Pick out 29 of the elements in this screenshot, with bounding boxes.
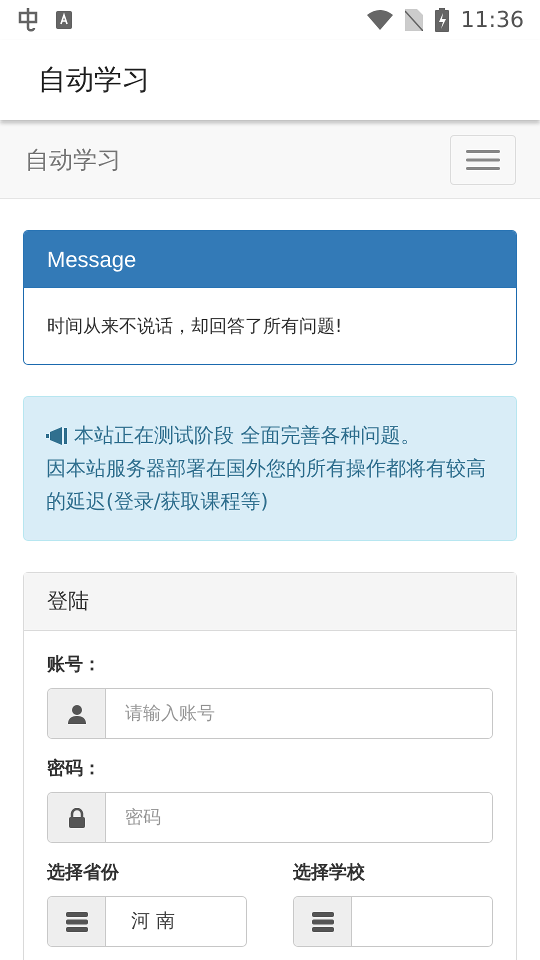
input-field[interactable]: 请输入账号 <box>47 688 493 739</box>
lock-icon <box>68 808 86 828</box>
no-sim-icon <box>404 9 423 31</box>
select-field[interactable]: 河 南 <box>47 896 247 947</box>
status-time: 11:36 <box>460 6 524 34</box>
user-icon <box>66 704 86 724</box>
notice-text: 本站正在测试阶段 全面完善各种问题。 <box>74 422 420 449</box>
field-label: 选择省份 <box>47 861 120 885</box>
select-field[interactable] <box>293 896 493 947</box>
menu-button[interactable] <box>450 135 516 185</box>
message-text: 时间从来不说话，却回答了所有问题! <box>47 314 342 338</box>
server-icon <box>66 912 88 932</box>
input-field[interactable]: 密码 <box>47 792 493 843</box>
notice-text: 因本站服务器部署在国外您的所有操作都将有较高的延迟(登录/获取课程等) <box>46 455 487 515</box>
panel-title: Message <box>47 246 136 274</box>
panel-title: 登陆 <box>47 588 89 615</box>
wifi-icon <box>366 10 393 30</box>
field-label: 账号： <box>47 653 102 677</box>
bug-icon <box>16 7 40 33</box>
navbar-brand[interactable]: 自动学习 <box>25 142 121 178</box>
menu-icon <box>466 150 500 170</box>
field-label: 选择学校 <box>293 861 366 885</box>
select-value: 河 南 <box>131 909 176 934</box>
server-icon <box>312 912 334 932</box>
field-label: 密码： <box>47 757 102 781</box>
battery-charging-icon <box>434 8 449 32</box>
keyboard-icon <box>56 11 72 29</box>
bullhorn-icon <box>46 426 68 444</box>
app-title: 自动学习 <box>38 62 150 98</box>
